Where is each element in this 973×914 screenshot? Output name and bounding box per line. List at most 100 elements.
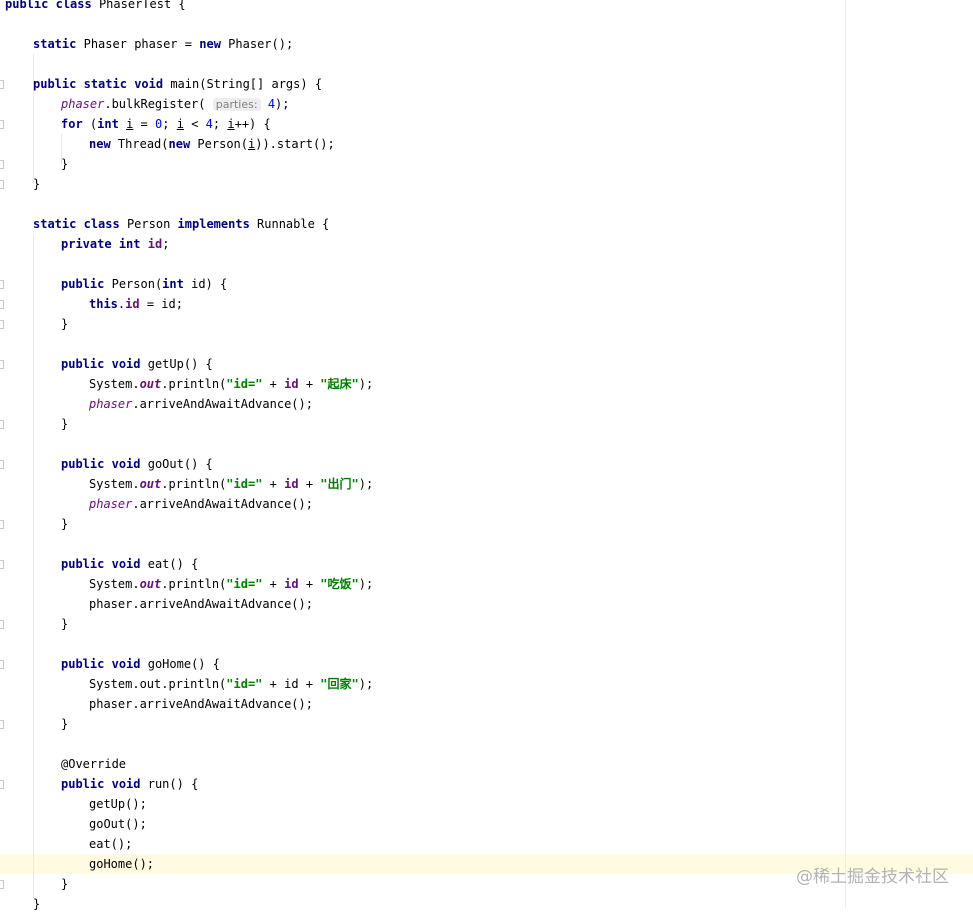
code-line-arrive: phaser.arriveAndAwaitAdvance(); — [89, 694, 313, 714]
code-line-arrive: phaser.arriveAndAwaitAdvance(); — [89, 394, 313, 414]
fold-marker-icon[interactable] — [0, 360, 4, 369]
fold-marker-icon[interactable] — [0, 560, 4, 569]
method-call: .arriveAndAwaitAdvance(); — [132, 497, 313, 511]
class-name: Person — [126, 217, 171, 231]
code-editor[interactable]: public class PhaserTest { static Phaser … — [0, 0, 973, 911]
keyword: void — [111, 357, 141, 371]
method-signature: getUp() { — [147, 357, 213, 371]
type-name: Phaser — [83, 37, 127, 51]
method-call: .println( — [161, 577, 227, 591]
code-line-call: goOut(); — [89, 814, 147, 834]
fold-marker-icon[interactable] — [0, 420, 4, 429]
operator: < — [191, 117, 199, 131]
punctuation: ); — [275, 97, 290, 111]
code-line-println: System.out.println("id=" + id + "回家"); — [89, 674, 373, 694]
code-line-brace: } — [61, 514, 68, 534]
brace: } — [33, 177, 41, 191]
code-line-class-decl: public class PhaserTest { — [5, 0, 186, 14]
code-line-brace: } — [61, 414, 68, 434]
assignment: = id; — [146, 297, 183, 311]
keyword: new — [199, 37, 221, 51]
fold-marker-icon[interactable] — [0, 520, 4, 529]
keyword: void — [111, 657, 141, 671]
method-call: goHome(); — [89, 857, 155, 871]
fold-marker-icon[interactable] — [0, 320, 4, 329]
fold-marker-icon[interactable] — [0, 80, 4, 89]
type-name: Thread( — [117, 137, 169, 151]
fold-marker-icon[interactable] — [0, 180, 4, 189]
keyword: void — [111, 777, 141, 791]
keyword: int — [97, 117, 119, 131]
operator: + — [269, 477, 277, 491]
method-signature: run() { — [147, 777, 199, 791]
method-call: goOut(); — [89, 817, 147, 831]
field-name: id — [284, 377, 299, 391]
code-line-person-ctor: public Person(int id) { — [61, 274, 227, 294]
punctuation: ); — [358, 577, 374, 591]
keyword: class — [83, 217, 120, 231]
parameter-hint: parties: — [212, 98, 261, 111]
number-literal: 4 — [205, 117, 213, 131]
punctuation: ); — [358, 377, 374, 391]
fold-marker-icon[interactable] — [0, 620, 4, 629]
method-signature: main(String[] args) { — [170, 77, 323, 91]
keyword: new — [89, 137, 111, 151]
operator: = — [140, 117, 148, 131]
keyword: public — [61, 277, 105, 291]
string-literal: "id=" — [226, 677, 263, 691]
fold-marker-icon[interactable] — [0, 160, 4, 169]
fold-marker-icon[interactable] — [0, 120, 4, 129]
code-line-goout-decl: public void goOut() { — [61, 454, 213, 474]
code-line-brace: } — [33, 174, 40, 194]
method-call: .arriveAndAwaitAdvance(); — [132, 397, 313, 411]
punctuation: ; — [212, 117, 221, 131]
brace: } — [61, 157, 69, 171]
keyword: static — [33, 217, 77, 231]
loop-variable: i — [227, 117, 235, 131]
method-call: .bulkRegister( — [104, 97, 206, 111]
code-line-run-decl: public void run() { — [61, 774, 198, 794]
keyword: this — [89, 297, 118, 311]
code-line-override: @Override — [61, 754, 126, 774]
operator: + — [305, 477, 314, 491]
code-line-getup-decl: public void getUp() { — [61, 354, 213, 374]
static-field-ref: phaser — [61, 97, 105, 111]
method-signature: goOut() { — [147, 457, 213, 471]
method-signature: eat() { — [147, 557, 199, 571]
string-literal: "吃饭" — [320, 577, 359, 591]
code-line-call: goHome(); — [89, 854, 154, 874]
right-margin-guide — [845, 0, 846, 908]
method-call: .println( — [161, 377, 227, 391]
fold-marker-icon[interactable] — [0, 280, 4, 289]
operator: + — [269, 577, 277, 591]
indent-guide — [33, 234, 34, 898]
method-call: eat(); — [89, 837, 133, 851]
fold-marker-icon[interactable] — [0, 660, 4, 669]
fold-marker-icon[interactable] — [0, 460, 4, 469]
operator: + — [269, 377, 277, 391]
fold-marker-icon[interactable] — [0, 300, 4, 309]
fold-marker-icon[interactable] — [0, 880, 4, 889]
editor-gutter — [0, 0, 6, 908]
fold-marker-icon[interactable] — [0, 780, 4, 789]
annotation: @Override — [61, 757, 127, 771]
fold-marker-icon[interactable] — [0, 720, 4, 729]
code-line-phaser-field: static Phaser phaser = new Phaser(); — [33, 34, 293, 54]
code-line-call: getUp(); — [89, 794, 147, 814]
class-ref: System. — [89, 577, 140, 591]
code-line-println: System.out.println("id=" + id + "出门"); — [89, 474, 373, 494]
punctuation: ++) { — [234, 117, 271, 131]
code-line-this-assign: this.id = id; — [89, 294, 183, 314]
code-line-call: eat(); — [89, 834, 132, 854]
interface-name: Runnable { — [257, 217, 330, 231]
variable: id — [284, 677, 299, 691]
code-line-brace: } — [33, 894, 40, 914]
keyword: implements — [177, 217, 250, 231]
string-literal: "id=" — [226, 577, 263, 591]
field-name: phaser — [134, 37, 178, 51]
class-ref: System. — [89, 477, 140, 491]
code-line-eat-decl: public void eat() { — [61, 554, 198, 574]
code-line-bulk-register: phaser.bulkRegister( parties: 4); — [61, 94, 290, 114]
string-literal: "回家" — [320, 677, 359, 691]
string-literal: "出门" — [320, 477, 359, 491]
